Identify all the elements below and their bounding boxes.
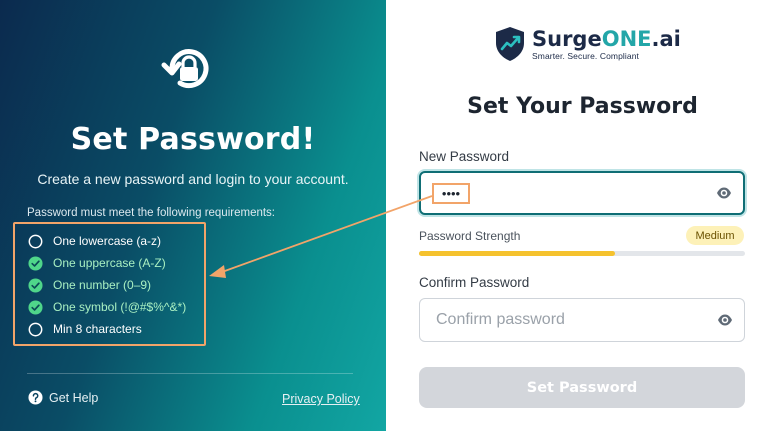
check-circle-icon	[28, 255, 43, 271]
masked-password-highlight: ••••	[432, 183, 470, 204]
confirm-password-label: Confirm Password	[419, 275, 530, 290]
new-password-input[interactable]	[437, 173, 707, 213]
requirement-label: One symbol (!@#$%^&*)	[53, 300, 187, 314]
panel-title: Set Password!	[70, 122, 316, 157]
eye-icon[interactable]	[717, 313, 733, 327]
brand-tagline: Smarter. Secure. Compliant	[532, 51, 640, 61]
requirement-label: One number (0–9)	[53, 278, 152, 292]
privacy-policy-link[interactable]: Privacy Policy	[282, 392, 360, 406]
requirement-label: Min 8 characters	[53, 322, 142, 336]
requirements-list: One lowercase (a-z) One uppercase (A-Z) On…	[28, 230, 186, 340]
requirement-item: One lowercase (a-z)	[28, 230, 186, 252]
brand-logo: SurgeONE.ai Smarter. Secure. Compliant	[494, 26, 681, 62]
requirement-label: One lowercase (a-z)	[53, 234, 162, 248]
strength-label: Password Strength	[419, 229, 521, 243]
requirement-item: One symbol (!@#$%^&*)	[28, 296, 186, 318]
check-circle-icon	[28, 277, 43, 293]
check-circle-icon	[28, 299, 43, 315]
new-password-label: New Password	[419, 149, 510, 164]
question-circle-icon	[28, 390, 43, 405]
brand-name: SurgeONE.ai	[532, 27, 681, 51]
get-help-link[interactable]: Get Help	[28, 390, 98, 405]
requirement-item: Min 8 characters	[28, 318, 186, 340]
empty-circle-icon	[28, 234, 43, 248]
set-password-button[interactable]: Set Password	[419, 367, 745, 408]
strength-meter	[419, 251, 745, 256]
lock-reset-icon	[161, 49, 209, 89]
empty-circle-icon	[28, 322, 43, 336]
requirement-item: One uppercase (A-Z)	[28, 252, 186, 274]
info-panel: Set Password! Create a new password and …	[0, 0, 386, 431]
confirm-password-input[interactable]	[436, 299, 706, 341]
confirm-password-field[interactable]	[419, 298, 745, 342]
get-help-label: Get Help	[49, 390, 99, 405]
strength-meter-fill	[419, 251, 615, 256]
requirement-item: One number (0–9)	[28, 274, 186, 296]
requirements-heading: Password must meet the following require…	[27, 207, 275, 219]
panel-subtitle: Create a new password and login to your …	[37, 171, 349, 187]
eye-icon[interactable]	[716, 186, 732, 200]
form-title: Set Your Password	[467, 94, 698, 119]
footer-divider	[27, 373, 353, 374]
requirement-label: One uppercase (A-Z)	[53, 256, 166, 270]
shield-chart-icon	[496, 27, 524, 61]
strength-badge: Medium	[686, 226, 744, 245]
